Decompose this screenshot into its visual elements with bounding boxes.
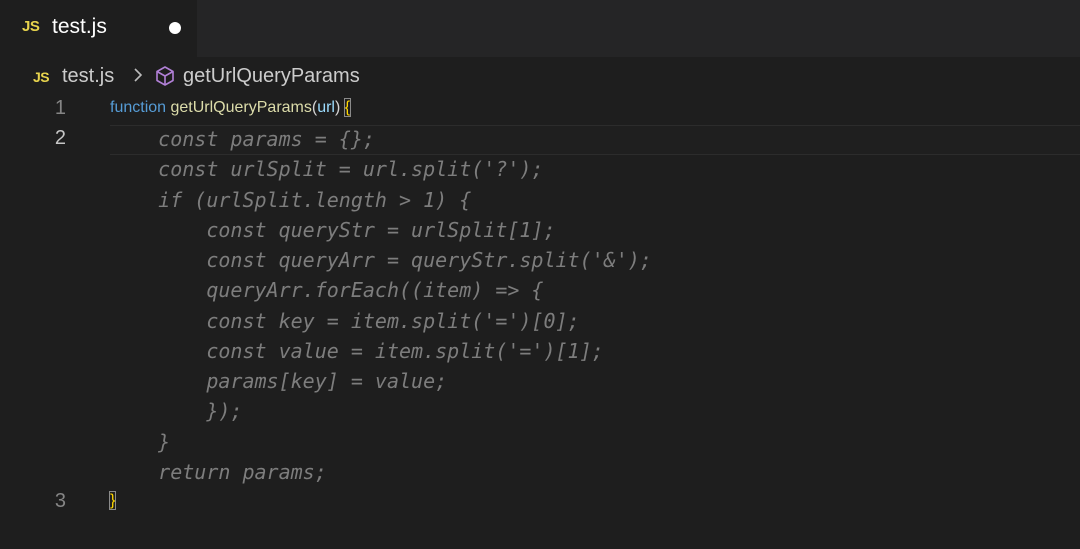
suggestion-line: params[key] = value; — [110, 369, 448, 393]
line-number: 2 — [54, 127, 66, 149]
line-number: 1 — [54, 97, 66, 119]
breadcrumb-item-file[interactable]: test.js — [62, 65, 114, 88]
code-line[interactable]: 1 function getUrlQueryParams(url) { — [0, 93, 1080, 123]
unsaved-changes-dot-icon[interactable] — [169, 22, 181, 34]
tab-test-js[interactable]: JS test.js — [0, 0, 197, 57]
suggestion-line: if (urlSplit.length > 1) { — [110, 187, 472, 212]
suggestion-line: const key = item.split('=')[0]; — [110, 308, 580, 333]
opening-brace: { — [343, 98, 352, 117]
suggestion-line: }); — [110, 399, 243, 424]
function-name: getUrlQueryParams — [170, 99, 312, 116]
suggestion-line: const params = {}; — [110, 127, 375, 151]
code-line[interactable]: 3 } — [0, 486, 1080, 516]
suggestion-line: const queryStr = urlSplit[1]; — [110, 217, 556, 242]
tab-bar: JS test.js — [0, 0, 1080, 57]
suggestion-line: const queryArr = queryStr.split('&'); — [110, 248, 652, 272]
code-line-text: } — [108, 486, 117, 516]
breadcrumb-item-symbol[interactable]: getUrlQueryParams — [183, 65, 360, 88]
keyword-function: function — [110, 99, 167, 116]
chevron-right-icon — [134, 68, 143, 82]
javascript-file-icon: JS — [33, 69, 50, 85]
suggestion-line: const urlSplit = url.split('?'); — [110, 157, 544, 182]
code-editor: JS test.js JS test.js getUrlQueryParams … — [0, 0, 1080, 549]
cube-icon — [156, 66, 174, 86]
close-paren: ) — [334, 99, 341, 116]
line-number: 3 — [54, 490, 66, 512]
javascript-file-icon: JS — [22, 18, 40, 35]
parameter-url: url — [317, 99, 335, 116]
breadcrumb: JS test.js getUrlQueryParams — [0, 57, 1080, 93]
suggestion-line: const value = item.split('=')[1]; — [110, 338, 604, 363]
suggestion-line: queryArr.forEach((item) => { — [110, 278, 544, 303]
suggestion-line: } — [110, 429, 171, 454]
code-line-text: function getUrlQueryParams(url) { — [110, 93, 352, 123]
suggestion-line: return params; — [110, 459, 327, 484]
closing-brace: } — [108, 491, 117, 510]
tab-title: test.js — [52, 15, 107, 38]
